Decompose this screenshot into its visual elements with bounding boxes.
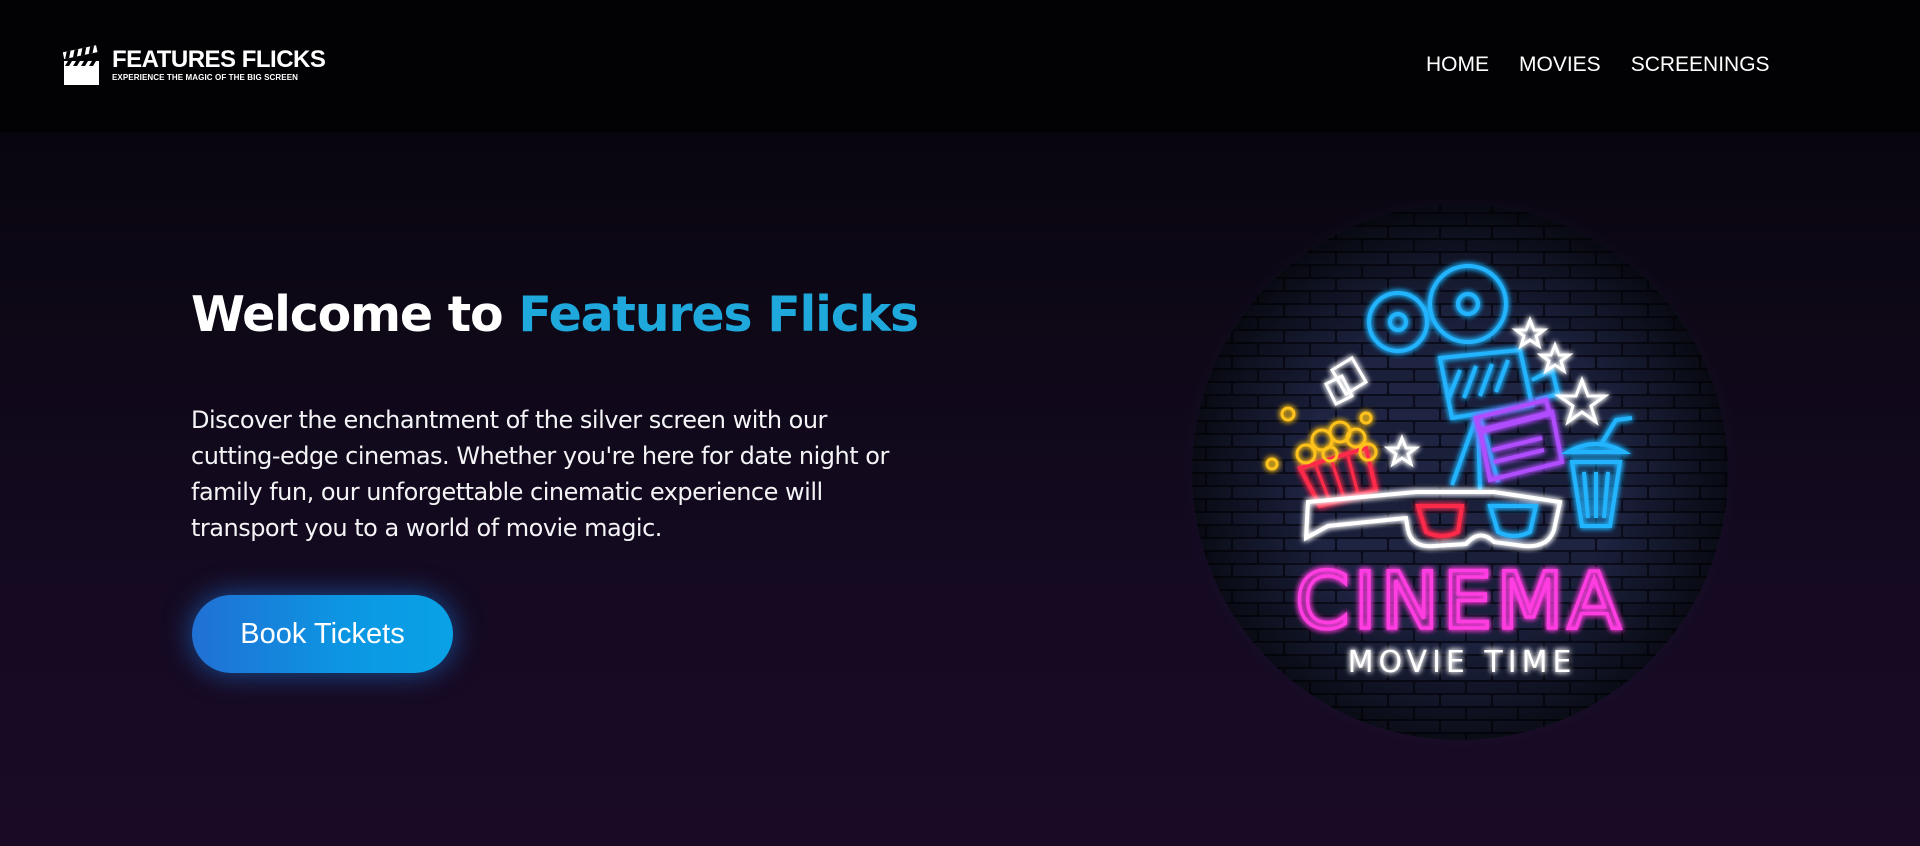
clapperboard-icon: [63, 45, 99, 85]
main-nav: HOME MOVIES SCREENINGS: [1426, 52, 1770, 78]
hero-title-accent: Features Flicks: [518, 286, 919, 343]
neon-cinema-subtitle: MOVIE TIME: [1348, 645, 1577, 680]
brand-name: FEATURES FLICKS: [112, 46, 326, 73]
neon-cinema-title: CINEMA: [1295, 557, 1625, 647]
hero-description: Discover the enchantment of the silver s…: [191, 406, 889, 542]
book-tickets-button[interactable]: Book Tickets: [192, 595, 453, 673]
cinema-neon-illustration: CINEMA MOVIE TIME: [1182, 200, 1738, 750]
nav-screenings[interactable]: SCREENINGS: [1631, 52, 1770, 78]
cinema-neon-sign: CINEMA MOVIE TIME: [1180, 200, 1740, 760]
site-header: FEATURES FLICKS EXPERIENCE THE MAGIC OF …: [0, 0, 1920, 132]
hero-title-prefix: Welcome to: [191, 286, 519, 343]
nav-movies[interactable]: MOVIES: [1519, 52, 1601, 78]
logo-text: FEATURES FLICKS EXPERIENCE THE MAGIC OF …: [112, 46, 326, 83]
hero-title: Welcome to Features Flicks: [191, 284, 919, 346]
site-logo[interactable]: FEATURES FLICKS EXPERIENCE THE MAGIC OF …: [63, 44, 326, 86]
brand-tagline: EXPERIENCE THE MAGIC OF THE BIG SCREEN: [112, 73, 299, 82]
nav-home[interactable]: HOME: [1426, 52, 1489, 78]
